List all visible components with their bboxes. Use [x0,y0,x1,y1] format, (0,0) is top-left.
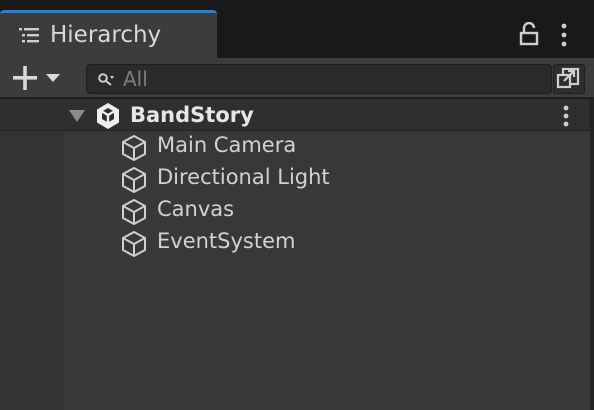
search-field[interactable] [86,64,552,94]
tree-item-main-camera[interactable]: Main Camera [64,131,590,163]
tree-item-label: EventSystem [157,229,296,253]
kebab-menu-icon[interactable] [556,22,572,48]
hierarchy-tree: BandStory Main Camera Directional Light … [0,99,594,410]
panel-border [590,99,594,410]
tab-title: Hierarchy [50,22,162,48]
tree-item-canvas[interactable]: Canvas [64,195,590,227]
plus-icon [13,66,37,90]
tree-item-label: Directional Light [157,165,330,189]
gameobject-cube-icon [122,199,146,225]
create-button[interactable] [10,64,66,92]
gameobject-cube-icon [122,167,146,193]
lock-icon[interactable] [518,22,540,46]
scene-kebab-menu-icon[interactable] [558,104,574,128]
scene-visibility-button[interactable] [553,64,585,94]
search-icon [98,73,114,86]
list-icon [19,28,39,43]
tree-gutter [0,99,64,410]
foldout-expanded-icon[interactable] [68,109,86,123]
tree-item-label: Canvas [157,197,235,221]
hierarchy-toolbar [0,58,594,98]
scene-header-row[interactable]: BandStory [0,99,590,131]
tree-item-event-system[interactable]: EventSystem [64,227,590,259]
tree-item-label: Main Camera [157,133,297,157]
gameobject-cube-icon [122,135,146,161]
tab-hierarchy[interactable]: Hierarchy [0,10,217,58]
tree-item-directional-light[interactable]: Directional Light [64,163,590,195]
tab-bar: Hierarchy [0,0,594,58]
scene-visibility-icon [556,67,580,89]
scene-name: BandStory [130,103,254,127]
caret-down-icon [46,74,60,82]
search-input[interactable] [123,65,543,93]
unity-logo-icon [97,103,119,129]
gameobject-cube-icon [122,231,146,257]
